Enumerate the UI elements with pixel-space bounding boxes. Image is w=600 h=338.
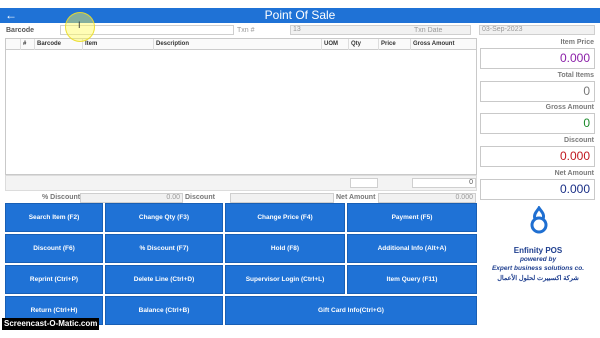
items-grid[interactable]: # Barcode Item Description UOM Qty Price… [5,38,477,175]
item-price-label: Item Price [560,39,594,46]
gross-amount-label: Gross Amount [545,104,594,111]
delete-line-button[interactable]: Delete Line (Ctrl+D) [105,265,223,294]
brand-name: Enfinity POS [513,246,563,255]
net-amount-summary-label: Net Amount [554,170,594,177]
grid-totals-strip: 0 [5,175,477,191]
column-header-uom[interactable]: UOM [321,39,348,50]
discount-label: Discount [185,194,215,201]
change-qty-button[interactable]: Change Qty (F3) [105,203,223,232]
supervisor-login-button[interactable]: Supervisor Login (Ctrl+L) [225,265,345,294]
gross-amount-display: 0 [480,113,595,134]
discount-summary-label: Discount [564,137,594,144]
cursor-highlight: I [65,12,95,42]
column-header-number[interactable]: # [20,39,34,50]
net-amount-label: Net Amount [336,194,376,201]
pct-discount-field[interactable]: 0.00 [80,193,183,203]
enfinity-logo-icon [526,205,552,234]
company-name-arabic: شركة اكسبيرت لحلول الأعمال [497,275,579,282]
hold-button[interactable]: Hold (F8) [225,234,345,263]
watermark: Screencast-O-Matic.com [2,318,100,330]
additional-info-button[interactable]: Additional Info (Alt+A) [347,234,477,263]
qty-total-field [350,178,378,188]
powered-by-text: powered by [519,256,557,263]
pct-discount-label: % Discount [42,194,81,201]
net-amount-summary-display: 0.000 [480,179,595,200]
column-header-description[interactable]: Description [153,39,321,50]
reprint-button[interactable]: Reprint (Ctrl+P) [5,265,103,294]
total-items-display: 0 [480,81,595,102]
change-price-button[interactable]: Change Price (F4) [225,203,345,232]
pct-discount-button[interactable]: % Discount (F7) [105,234,223,263]
column-header-gross-amount[interactable]: Gross Amount [410,39,476,50]
company-name: Expert business solutions co. [491,265,585,272]
payment-button[interactable]: Payment (F5) [347,203,477,232]
search-item-button[interactable]: Search Item (F2) [5,203,103,232]
discount-summary-display: 0.000 [480,146,595,167]
txn-date-field[interactable]: 03-Sep-2023 [479,25,595,35]
window-title: Point Of Sale [264,8,336,22]
back-arrow-icon[interactable]: ← [3,8,19,23]
column-header-price[interactable]: Price [378,39,410,50]
item-price-display: 0.000 [480,48,595,69]
column-header-qty[interactable]: Qty [348,39,378,50]
txn-date-label: Txn Date [414,27,443,34]
text-cursor-icon: I [78,20,81,30]
txn-number-field: 13 [290,25,471,35]
txn-number-label: Txn # [237,27,255,34]
total-items-label: Total Items [557,72,594,79]
discount-field[interactable] [230,193,334,203]
balance-button[interactable]: Balance (Ctrl+B) [105,296,223,325]
item-query-button[interactable]: Item Query (F11) [347,265,477,294]
net-amount-field: 0.000 [378,193,476,203]
gift-card-info-button[interactable]: Gift Card Info(Ctrl+G) [225,296,477,325]
column-header-item[interactable]: Item [82,39,153,50]
discount-button[interactable]: Discount (F6) [5,234,103,263]
barcode-label: Barcode [6,27,35,34]
gross-total-field: 0 [412,178,476,188]
